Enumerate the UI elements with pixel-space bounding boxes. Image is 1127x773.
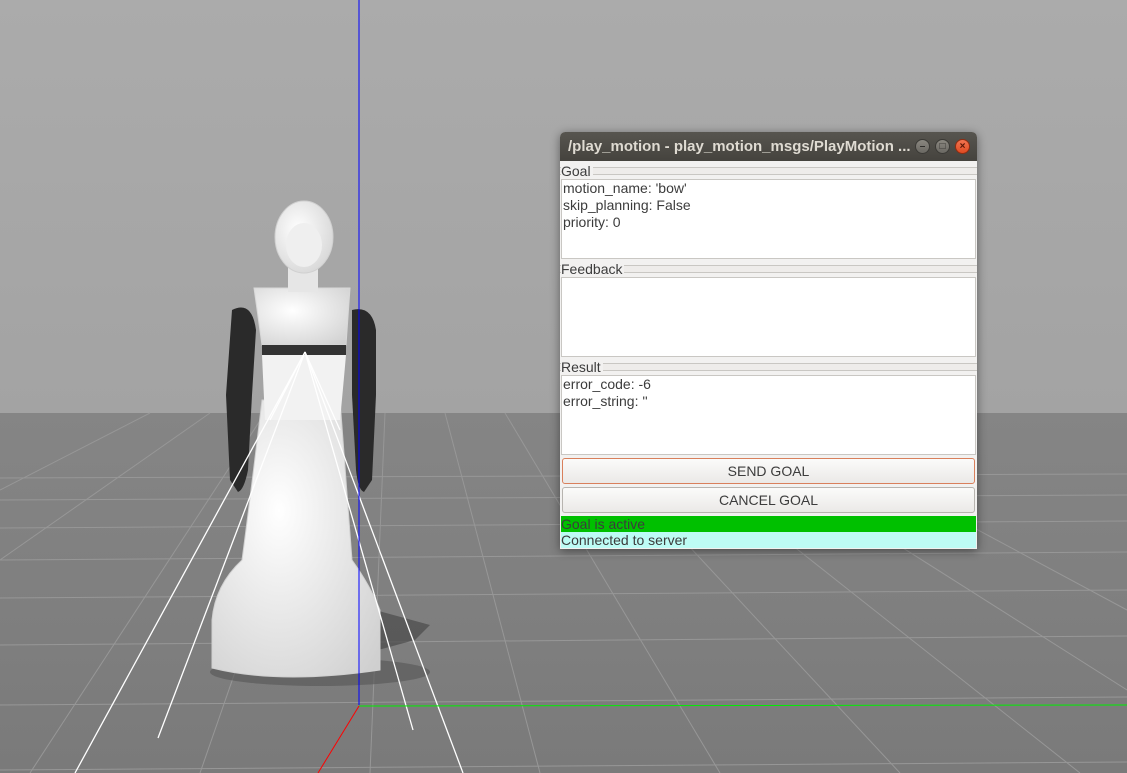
robot-torso xyxy=(253,287,351,346)
close-icon[interactable]: × xyxy=(955,139,970,154)
maximize-icon[interactable]: □ xyxy=(935,139,950,154)
result-textbox[interactable]: error_code: -6 error_string: '' xyxy=(561,375,976,455)
send-goal-button[interactable]: SEND GOAL xyxy=(562,458,975,484)
window-titlebar[interactable]: /play_motion - play_motion_msgs/PlayMoti… xyxy=(560,132,977,161)
goal-line: motion_name: 'bow' xyxy=(563,180,687,196)
goal-status-label: Goal is active xyxy=(561,516,976,532)
goal-textbox[interactable]: motion_name: 'bow' skip_planning: False … xyxy=(561,179,976,259)
robot-face xyxy=(286,223,322,267)
result-label: Result xyxy=(561,359,603,375)
goal-label: Goal xyxy=(561,163,593,179)
feedback-label: Feedback xyxy=(561,261,625,277)
result-line: error_code: -6 xyxy=(563,376,651,392)
minimize-icon[interactable]: – xyxy=(915,139,930,154)
play-motion-window[interactable]: /play_motion - play_motion_msgs/PlayMoti… xyxy=(560,132,977,549)
goal-line: skip_planning: False xyxy=(563,197,691,213)
goal-line: priority: 0 xyxy=(563,214,621,230)
result-separator xyxy=(560,363,977,371)
connection-status-label: Connected to server xyxy=(561,532,976,548)
goal-separator xyxy=(560,167,977,175)
cancel-goal-button[interactable]: CANCEL GOAL xyxy=(562,487,975,513)
result-line: error_string: '' xyxy=(563,393,648,409)
feedback-textbox[interactable] xyxy=(561,277,976,357)
window-title: /play_motion - play_motion_msgs/PlayMoti… xyxy=(568,138,911,155)
